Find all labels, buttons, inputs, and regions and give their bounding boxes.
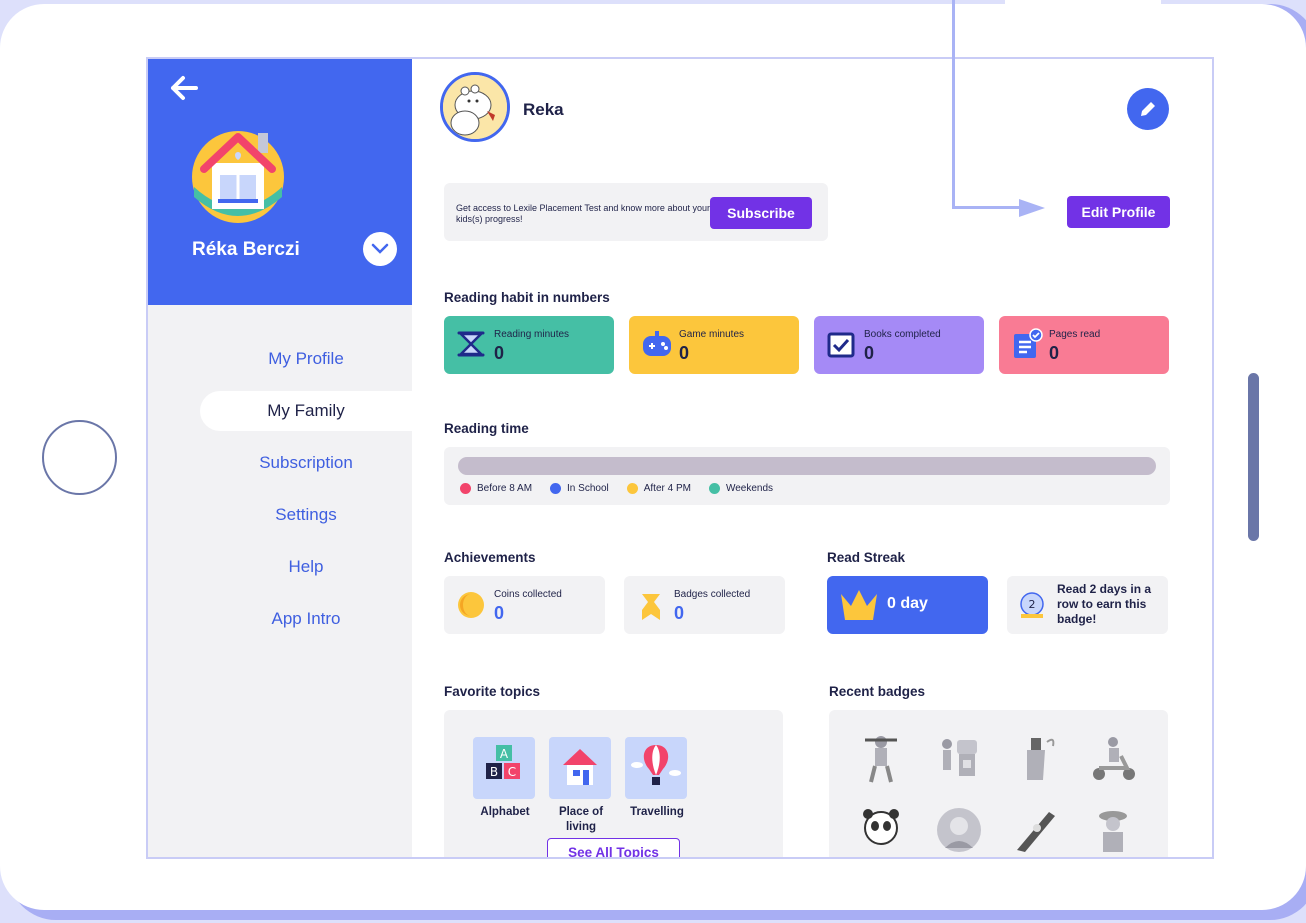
stat-books-completed: Books completed 0	[814, 316, 984, 374]
habit-title: Reading habit in numbers	[444, 290, 610, 305]
stat-value: 0	[494, 603, 505, 623]
svg-text:2: 2	[1029, 598, 1036, 611]
topic-travelling[interactable]: Travelling	[625, 737, 689, 820]
nav-my-profile[interactable]: My Profile	[200, 339, 412, 379]
stat-value: 0	[1049, 343, 1060, 363]
svg-text:A: A	[500, 747, 509, 761]
user-name: Réka Berczi	[192, 239, 300, 260]
topic-label: Travelling	[630, 806, 684, 818]
streak-hint: Read 2 days in a row to earn this badge!	[1057, 582, 1152, 626]
badges-card: Badges collected 0	[624, 576, 785, 634]
top-tab	[1005, 0, 1161, 4]
streak-card: 0 day	[827, 576, 988, 634]
nav-help[interactable]: Help	[200, 547, 412, 587]
stat-label: Game minutes	[679, 329, 745, 340]
see-all-topics-button[interactable]: See All Topics	[547, 838, 680, 857]
legend-weekends: Weekends	[708, 483, 773, 494]
svg-text:C: C	[508, 765, 516, 779]
reading-time-title: Reading time	[444, 421, 529, 436]
checkbox-icon	[826, 328, 856, 360]
recent-badges-title: Recent badges	[829, 684, 926, 699]
sidebar-header: Réka Berczi	[148, 59, 412, 305]
pencil-icon	[1141, 102, 1155, 116]
reading-time-bar	[458, 457, 1156, 475]
stat-value: 0	[679, 343, 690, 363]
nav-subscription[interactable]: Subscription	[200, 443, 412, 483]
robot-badge-icon	[933, 732, 985, 784]
hourglass-icon	[456, 328, 486, 360]
alphabet-blocks-icon: A B C	[473, 737, 535, 799]
stat-label: Reading minutes	[494, 329, 570, 340]
recent-badges-panel	[829, 710, 1168, 857]
stat-value: 0	[494, 343, 505, 363]
nav-my-family[interactable]: My Family	[200, 391, 412, 431]
child-name: Reka	[523, 100, 564, 119]
house-icon	[549, 737, 611, 799]
medal-icon: 2	[1017, 590, 1047, 627]
hot-air-balloon-icon	[625, 737, 687, 799]
chevron-down-icon[interactable]	[363, 232, 397, 266]
topic-alphabet[interactable]: A B C Alphabet	[473, 737, 537, 820]
promo-text: Get access to Lexile Placement Test and …	[456, 203, 710, 224]
topics-panel: A B C Alphabet Place of living Travellin…	[444, 710, 783, 857]
scooter-badge-icon	[1087, 732, 1139, 784]
panda-badge-icon	[855, 804, 907, 856]
strongman-badge-icon	[855, 732, 907, 784]
reading-time-legend: Before 8 AM In School After 4 PM Weekend…	[460, 483, 773, 494]
stat-pages-read: Pages read 0	[999, 316, 1169, 374]
home-button[interactable]	[42, 420, 117, 495]
magician-hand-badge-icon	[1009, 732, 1061, 784]
stat-reading-minutes: Reading minutes 0	[444, 316, 614, 374]
edit-profile-button[interactable]: Edit Profile	[1067, 196, 1170, 228]
annotation-connector-line	[952, 0, 955, 209]
stat-label: Pages read	[1049, 329, 1101, 340]
stat-label: Badges collected	[674, 589, 751, 600]
read-streak-title: Read Streak	[827, 550, 906, 565]
side-volume-bar	[1248, 373, 1259, 541]
stat-value: 0	[674, 603, 685, 623]
stat-value: 0	[864, 343, 875, 363]
coin-icon	[456, 590, 486, 622]
explorer-badge-icon	[1087, 804, 1139, 856]
gamepad-icon	[641, 328, 671, 360]
child-avatar	[440, 72, 510, 142]
streak-value: 0 day	[887, 595, 928, 612]
streak-hint-card: 2 Read 2 days in a row to earn this badg…	[1007, 576, 1168, 634]
edit-pencil-button[interactable]	[1127, 88, 1169, 130]
house-avatar-icon	[190, 127, 286, 223]
nav-settings[interactable]: Settings	[200, 495, 412, 535]
stat-game-minutes: Game minutes 0	[629, 316, 799, 374]
stat-label: Books completed	[864, 329, 941, 340]
legend-in-school: In School	[550, 483, 609, 494]
rocket-badge-icon	[1009, 804, 1061, 856]
subscribe-promo: Get access to Lexile Placement Test and …	[444, 183, 828, 241]
achievements-title: Achievements	[444, 550, 536, 565]
svg-text:B: B	[490, 765, 498, 779]
subscribe-button[interactable]: Subscribe	[710, 197, 812, 229]
reading-time-panel: Before 8 AM In School After 4 PM Weekend…	[444, 447, 1170, 505]
portrait-badge-icon	[933, 804, 985, 856]
app-screen: Réka Berczi My Profile My Family Subscri…	[146, 57, 1214, 859]
topic-place-of-living[interactable]: Place of living	[549, 737, 613, 835]
legend-before-8am: Before 8 AM	[460, 483, 532, 494]
main-content: Reka Get access to Lexile Placement Test…	[412, 59, 1212, 857]
document-check-icon	[1011, 328, 1043, 360]
back-arrow-icon[interactable]	[170, 75, 198, 109]
coins-card: Coins collected 0	[444, 576, 605, 634]
sidebar: Réka Berczi My Profile My Family Subscri…	[148, 59, 412, 857]
annotation-connector-line	[952, 206, 1022, 209]
topic-label: Alphabet	[480, 806, 530, 818]
badge-ribbon-icon	[636, 590, 666, 622]
crown-icon	[839, 588, 879, 627]
topic-label: Place of living	[558, 806, 604, 833]
annotation-arrow-head	[1019, 199, 1045, 217]
favorite-topics-title: Favorite topics	[444, 684, 541, 699]
stat-label: Coins collected	[494, 589, 562, 600]
nav-app-intro[interactable]: App Intro	[200, 599, 412, 639]
legend-after-4pm: After 4 PM	[626, 483, 691, 494]
